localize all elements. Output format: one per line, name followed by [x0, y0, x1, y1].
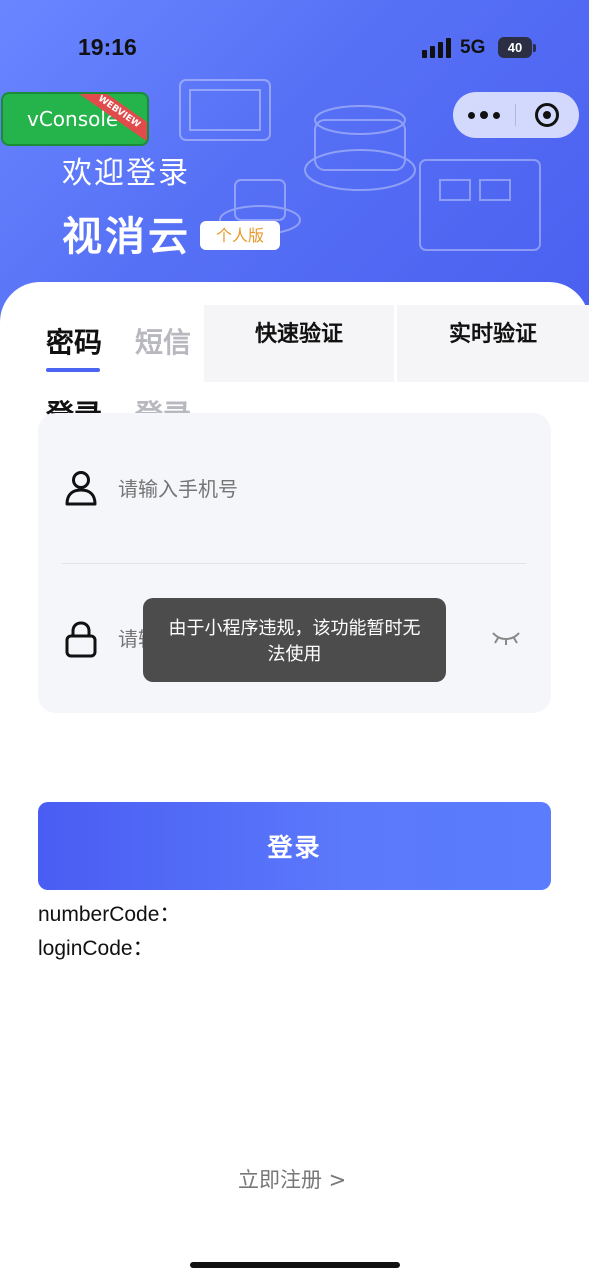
brand-title: 视消云: [62, 214, 191, 260]
status-bar: 19:16 5G 40: [0, 0, 589, 96]
network-type: 5G: [460, 37, 486, 58]
phone-input[interactable]: [118, 470, 498, 508]
login-button[interactable]: 登录: [38, 802, 551, 890]
lock-icon: [65, 621, 97, 658]
toast-message: 由于小程序违规，该功能暂时无法使用: [143, 598, 446, 682]
tab-sms-login[interactable]: 短信: [135, 325, 191, 361]
close-circle-icon[interactable]: [516, 92, 578, 138]
form-divider: [62, 563, 526, 564]
welcome-text: 欢迎登录: [62, 156, 190, 191]
login-code-label: loginCode：: [38, 937, 154, 960]
more-icon[interactable]: [453, 92, 515, 138]
tab-password-login[interactable]: 密码: [46, 325, 102, 361]
number-code-label: numberCode：: [38, 903, 181, 926]
eye-closed-icon[interactable]: [490, 628, 522, 648]
tab-quick-verify[interactable]: 快速验证: [204, 305, 394, 382]
edition-badge: 个人版: [200, 221, 280, 250]
register-link[interactable]: 立即注册 >: [238, 1164, 346, 1194]
signal-icon: [422, 38, 451, 58]
battery-nub: [533, 44, 536, 52]
active-tab-indicator: [46, 368, 100, 372]
vconsole-button[interactable]: vConsole WEBVIEW: [1, 92, 149, 146]
tab-realtime-verify[interactable]: 实时验证: [397, 305, 589, 382]
user-icon: [65, 471, 97, 506]
status-time: 19:16: [78, 34, 137, 60]
battery-icon: 40: [498, 37, 532, 58]
home-indicator: [190, 1262, 400, 1268]
miniprogram-capsule: [453, 92, 579, 138]
